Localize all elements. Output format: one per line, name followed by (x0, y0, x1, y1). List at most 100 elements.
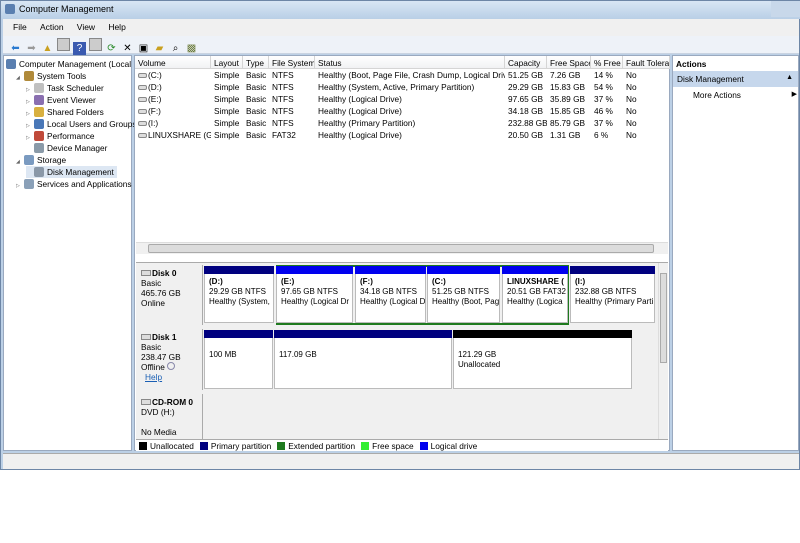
expand-arrow-icon[interactable]: ▷ (16, 180, 24, 192)
partition[interactable]: (D:) 29.29 GB NTFS Healthy (System, (204, 266, 274, 323)
disk-row: CD-ROM 0 DVD (H:) No Media (136, 394, 656, 439)
disk-state: Online (141, 298, 198, 308)
column-header[interactable]: Volume (135, 56, 211, 69)
column-header[interactable]: Layout (211, 56, 243, 69)
table-row[interactable]: (E:) Simple Basic NTFS Healthy (Logical Driv… (135, 93, 669, 105)
partition[interactable]: 117.09 GB (274, 330, 452, 389)
back-icon[interactable]: ⬅ (9, 42, 22, 55)
settings-icon[interactable]: ▩ (185, 42, 198, 55)
disk-row: Disk 0 Basic 465.76 GB Online (D:) 29.29 GB N… (136, 265, 656, 325)
disk-label[interactable]: CD-ROM 0 DVD (H:) No Media (137, 394, 203, 439)
tree-item[interactable]: Device Manager (26, 142, 110, 154)
cell: Healthy (Logical Drive) (318, 106, 402, 116)
drive-icon (138, 109, 147, 114)
column-header[interactable]: Type (243, 56, 269, 69)
column-header[interactable]: Capacity (505, 56, 547, 69)
tree-item[interactable]: ▷ Event Viewer (26, 94, 99, 106)
table-row[interactable]: (C:) Simple Basic NTFS Healthy (Boot, Page F… (135, 69, 669, 81)
action-more-actions[interactable]: More Actions ▶ (693, 90, 797, 100)
column-header[interactable]: Fault Tolera (623, 56, 670, 69)
tree-item-label: Shared Folders (47, 107, 104, 117)
tree-item[interactable]: ▷ Services and Applications (16, 178, 135, 190)
table-row[interactable]: LINUXSHARE (G:) Simple Basic FAT32 Healthy (… (135, 129, 669, 141)
search-icon[interactable]: ⌕ (169, 42, 182, 55)
collapse-icon[interactable]: ▲ (786, 74, 793, 81)
partition[interactable]: 100 MB (204, 330, 273, 389)
cell: 29.29 GB (508, 82, 544, 92)
tree-item[interactable]: ▷ Performance (26, 130, 98, 142)
expand-arrow-icon[interactable]: ◢ (16, 72, 24, 84)
tree-item[interactable]: ◢ System Tools (16, 70, 89, 82)
disk-label[interactable]: Disk 0 Basic 465.76 GB Online (137, 265, 203, 325)
graphical-disk-view: Disk 0 Basic 465.76 GB Online (D:) 29.29 GB N… (136, 262, 668, 451)
column-header[interactable]: Free Space (547, 56, 591, 69)
legend-label: Free space (372, 441, 414, 451)
cell: Basic (246, 94, 267, 104)
disk-size: 465.76 GB (141, 288, 181, 298)
menu-help[interactable]: Help (108, 22, 125, 32)
tree-item[interactable]: ▷ Task Scheduler (26, 82, 107, 94)
refresh-icon[interactable]: ⟳ (105, 42, 118, 55)
legend-swatch (277, 442, 286, 450)
expand-arrow-icon[interactable]: ◢ (16, 156, 24, 168)
column-header[interactable]: File System (269, 56, 315, 69)
partition-size: 51.25 GB NTFS (432, 287, 489, 296)
tree-item[interactable]: Computer Management (Local (6, 58, 134, 70)
menu-view[interactable]: View (77, 22, 95, 32)
partition[interactable]: 121.29 GB Unallocated (453, 330, 632, 389)
show-hide-tree-icon[interactable] (57, 38, 70, 51)
tree-item[interactable]: ▷ Local Users and Groups (26, 118, 139, 130)
disk-type: Basic (141, 278, 162, 288)
open-icon[interactable]: ▰ (153, 42, 166, 55)
disk-icon (141, 334, 151, 340)
tree-item[interactable]: ◢ Storage (16, 154, 69, 166)
menu-file[interactable]: File (13, 22, 27, 32)
partition[interactable]: (F:) 34.18 GB NTFS Healthy (Logical D (355, 266, 426, 323)
partition-text: 121.29 GB Unallocated (454, 338, 631, 373)
up-icon[interactable]: ▲ (41, 42, 54, 55)
cell: FAT32 (272, 130, 296, 140)
partition[interactable]: (E:) 97.65 GB NTFS Healthy (Logical Dr (276, 266, 353, 323)
cell: Basic (246, 70, 267, 80)
close-button[interactable] (771, 1, 800, 17)
disk-name: Disk 0 (141, 268, 198, 278)
forward-icon[interactable]: ➡ (25, 42, 38, 55)
horizontal-scrollbar[interactable] (136, 242, 668, 254)
disk-state-text: Offline (141, 362, 165, 372)
disk-size: 238.47 GB (141, 352, 181, 362)
table-row[interactable]: (F:) Simple Basic NTFS Healthy (Logical Driv… (135, 105, 669, 117)
column-header[interactable]: Status (315, 56, 505, 69)
delete-icon[interactable]: ✕ (121, 42, 134, 55)
disk-name-text: Disk 0 (152, 268, 177, 278)
partition-name: (F:) (360, 277, 373, 286)
info-icon[interactable] (166, 362, 175, 370)
show-hide-action-icon[interactable] (89, 38, 102, 51)
partition-text: LINUXSHARE (20.51 GB FAT32 Healthy (Logic… (503, 274, 567, 310)
partition-size: 121.29 GB (458, 350, 497, 359)
partition[interactable]: (C:) 51.25 GB NTFS Healthy (Boot, Pag (427, 266, 500, 323)
cell: NTFS (272, 82, 294, 92)
table-row[interactable]: (D:) Simple Basic NTFS Healthy (System, Acti… (135, 81, 669, 93)
help-icon[interactable]: ? (73, 42, 86, 55)
scrollbar-thumb[interactable] (660, 273, 667, 363)
tree-item[interactable]: Disk Management (26, 166, 117, 178)
properties-icon[interactable]: ▣ (137, 42, 150, 55)
cell: 37 % (594, 94, 613, 104)
scrollbar-thumb[interactable] (148, 244, 654, 253)
menu-action[interactable]: Action (40, 22, 64, 32)
actions-pane: Actions Disk Management ▲ More Actions ▶ (672, 55, 799, 451)
partition[interactable]: (I:) 232.88 GB NTFS Healthy (Primary Parti (570, 266, 655, 323)
help-link[interactable]: Help (145, 372, 198, 382)
tree-item[interactable]: ▷ Shared Folders (26, 106, 107, 118)
partition[interactable]: LINUXSHARE (20.51 GB FAT32 Healthy (Logic… (502, 266, 568, 323)
vertical-scrollbar[interactable] (658, 263, 668, 439)
actions-section-disk-management[interactable]: Disk Management ▲ (673, 71, 798, 87)
partition-bar (570, 266, 655, 274)
table-row[interactable]: (I:) Simple Basic NTFS Healthy (Primary Part… (135, 117, 669, 129)
disk-name: CD-ROM 0 (141, 397, 198, 407)
console-tree: Computer Management (Local ◢ System Tools ▷… (3, 55, 136, 451)
column-header[interactable]: % Free (591, 56, 623, 69)
disk-name: Disk 1 (141, 332, 198, 342)
disk-label[interactable]: Disk 1 Basic 238.47 GB Offline Help (137, 329, 203, 390)
